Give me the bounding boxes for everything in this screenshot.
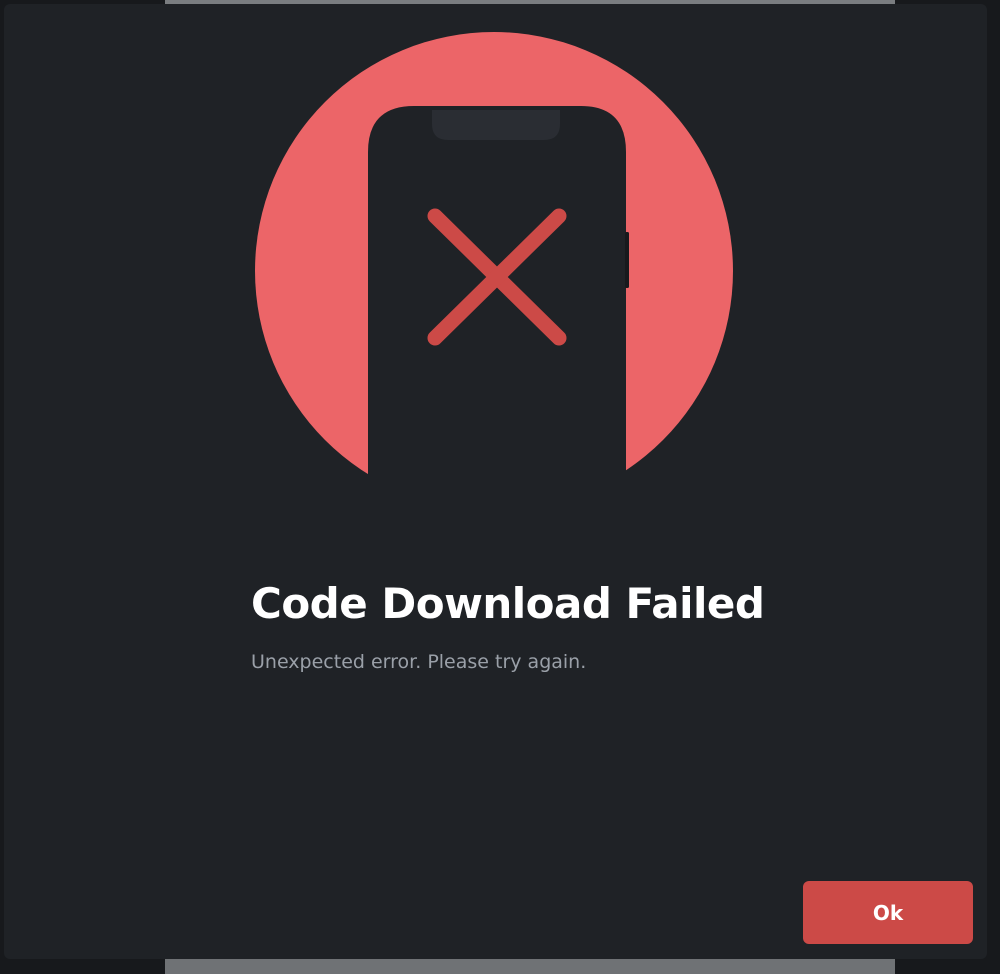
error-dialog: Code Download Failed Unexpected error. P… xyxy=(4,4,987,959)
ok-button[interactable]: Ok xyxy=(803,881,973,944)
phone-error-illustration xyxy=(4,32,987,524)
dialog-title: Code Download Failed xyxy=(251,579,765,628)
dialog-message: Unexpected error. Please try again. xyxy=(251,651,587,673)
background-window-edge-bottom xyxy=(165,958,895,974)
phone-icon xyxy=(368,106,629,524)
